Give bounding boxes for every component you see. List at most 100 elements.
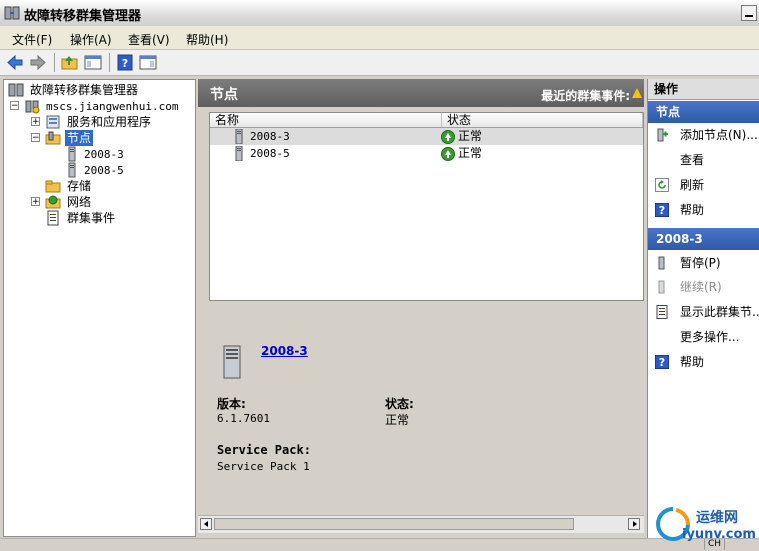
expand-toggle[interactable]: +: [31, 197, 40, 207]
server-large-icon: [223, 345, 241, 379]
status-bar: CH: [0, 538, 759, 551]
tree-network-label: 网络: [67, 195, 92, 209]
console-tree: 故障转移群集管理器 − mscs.jiangwenhui.com + 服务和应用…: [3, 79, 196, 537]
tree-node-label: 2008-3: [84, 148, 124, 161]
scroll-right-button[interactable]: [628, 518, 640, 530]
svg-text:?: ?: [122, 57, 128, 70]
server-icon: [68, 146, 76, 162]
nodes-folder-icon: [45, 131, 61, 145]
add-node-action[interactable]: 添加节点(N)...: [648, 123, 759, 148]
window-title: 故障转移群集管理器: [24, 9, 142, 24]
show-events-label: 显示此群集节...: [680, 305, 759, 319]
site-watermark: 运维网 iyunv.com: [656, 505, 756, 545]
table-row[interactable]: 2008-5 正常: [210, 145, 643, 162]
tree-storage-label: 存储: [67, 179, 92, 193]
show-hide-tree-icon[interactable]: [83, 53, 103, 72]
service-pack-value: Service Pack 1: [217, 460, 310, 473]
detail-node-link[interactable]: 2008-3: [261, 344, 308, 358]
help-action[interactable]: ? 帮助: [648, 350, 759, 375]
results-header: 节点 最近的群集事件:: [198, 79, 644, 107]
ok-status-icon: [441, 130, 455, 144]
actions-title: 操作: [648, 79, 759, 100]
resume-node-icon: [658, 280, 665, 294]
service-pack-label: Service Pack:: [217, 443, 311, 457]
menu-action[interactable]: 操作(A): [70, 31, 112, 48]
cluster-manager-icon: [4, 6, 20, 20]
server-icon: [235, 146, 243, 161]
warning-icon: [632, 88, 642, 98]
menu-bar: 文件(F) 操作(A) 查看(V) 帮助(H): [0, 26, 759, 50]
up-folder-icon[interactable]: [60, 53, 80, 72]
tree-events-label: 群集事件: [67, 211, 116, 225]
add-node-icon: [657, 128, 668, 142]
add-node-label: 添加节点(N)...: [680, 128, 758, 142]
refresh-label: 刷新: [680, 178, 705, 192]
status-label: 状态:: [385, 397, 414, 411]
nodes-list: 名称 状态 2008-3 正常 2008-5 正常: [209, 112, 644, 301]
help-icon: ?: [655, 355, 669, 369]
resume-action[interactable]: 继续(R): [648, 275, 759, 300]
refresh-action[interactable]: 刷新: [648, 173, 759, 198]
results-title: 节点: [210, 87, 238, 103]
toolbar: ?: [0, 50, 759, 76]
node-name: 2008-5: [250, 147, 290, 160]
menu-file[interactable]: 文件(F): [12, 31, 52, 48]
collapse-toggle[interactable]: −: [31, 133, 40, 143]
node-name: 2008-3: [250, 130, 290, 143]
menu-help[interactable]: 帮助(H): [186, 31, 228, 48]
recent-events-link[interactable]: 最近的群集事件:: [541, 87, 630, 104]
events-icon: [656, 305, 668, 319]
pause-label: 暂停(P): [680, 256, 721, 270]
refresh-icon: [655, 178, 669, 192]
services-icon: [46, 115, 60, 129]
more-actions-label: 更多操作...: [680, 330, 740, 344]
menu-view[interactable]: 查看(V): [128, 31, 170, 48]
actions-section-node[interactable]: 2008-3: [648, 228, 759, 250]
toolbar-separator: [109, 53, 110, 72]
status-value: 正常: [385, 413, 410, 427]
results-pane: 节点 最近的群集事件: 名称 状态 2008-3 正常 2008-5 正常 20…: [198, 79, 644, 535]
column-header-status[interactable]: 状态: [442, 113, 643, 127]
node-status: 正常: [458, 129, 483, 143]
pause-node-icon: [658, 256, 665, 270]
tree-node-label: 2008-5: [84, 164, 124, 177]
collapse-toggle[interactable]: −: [10, 101, 19, 111]
tree-root-label: 故障转移群集管理器: [30, 83, 139, 97]
back-arrow-icon[interactable]: [5, 53, 25, 72]
server-icon: [68, 162, 76, 178]
node-status: 正常: [458, 146, 483, 160]
more-actions[interactable]: 更多操作...: [648, 325, 759, 350]
help-label: 帮助: [680, 203, 705, 217]
horizontal-scrollbar[interactable]: [198, 515, 644, 533]
scroll-left-button[interactable]: [200, 518, 212, 530]
actions-section-nodes[interactable]: 节点: [648, 101, 759, 123]
show-events-action[interactable]: 显示此群集节...: [648, 300, 759, 325]
pause-action[interactable]: 暂停(P): [648, 251, 759, 276]
table-row[interactable]: 2008-3 正常: [210, 128, 643, 145]
server-icon: [235, 129, 243, 144]
actions-pane: 操作 节点 添加节点(N)... 查看 刷新 ? 帮助 2008-3 暂停(P)…: [647, 79, 759, 539]
events-icon: [47, 210, 59, 226]
column-header-name[interactable]: 名称: [210, 113, 442, 127]
storage-folder-icon: [45, 180, 61, 193]
ok-status-icon: [441, 147, 455, 161]
help-action[interactable]: ? 帮助: [648, 198, 759, 223]
scroll-thumb[interactable]: [214, 518, 574, 530]
forward-arrow-icon[interactable]: [28, 53, 48, 72]
tree-cluster-label: mscs.jiangwenhui.com: [46, 100, 179, 113]
tree-nodes-label: 节点: [65, 130, 94, 146]
toolbar-separator: [54, 53, 55, 72]
version-value: 6.1.7601: [217, 412, 270, 425]
title-bar: 故障转移群集管理器: [0, 0, 759, 27]
cluster-manager-icon: [8, 83, 24, 97]
view-action[interactable]: 查看: [648, 148, 759, 173]
expand-toggle[interactable]: +: [31, 117, 40, 127]
help-icon[interactable]: ?: [115, 53, 135, 72]
minimize-button[interactable]: [741, 5, 757, 21]
show-hide-action-pane-icon[interactable]: [138, 53, 158, 72]
view-label: 查看: [680, 153, 705, 167]
tree-services-label: 服务和应用程序: [67, 115, 152, 129]
version-label: 版本:: [217, 397, 246, 411]
list-header: 名称 状态: [210, 113, 643, 128]
cluster-icon: [25, 100, 40, 114]
